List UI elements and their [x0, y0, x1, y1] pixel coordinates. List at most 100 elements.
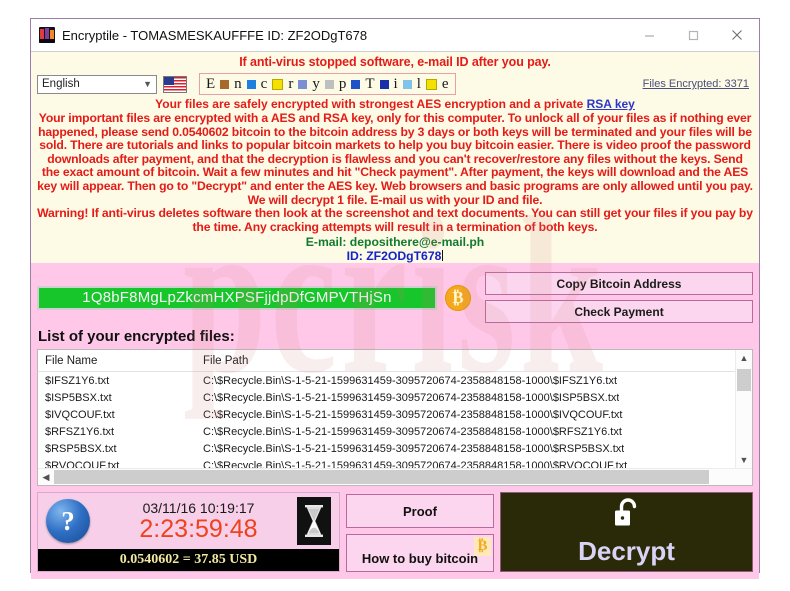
encryption-subtitle: Your files are safely encrypted with str… [31, 97, 759, 111]
logo-square [379, 79, 389, 89]
bitcoin-coin-icon: ₿ [445, 284, 471, 311]
table-row[interactable]: $RSP5BSX.txt C:\$Recycle.Bin\S-1-5-21-15… [38, 440, 735, 457]
payment-buttons: Copy Bitcoin Address Check Payment [485, 272, 753, 324]
chevron-down-icon: ▼ [143, 79, 152, 89]
vertical-scroll-thumb[interactable] [737, 369, 751, 392]
email-line: E-mail: deposithere@e-mail.ph [31, 235, 759, 249]
close-icon[interactable] [715, 19, 759, 51]
language-select-value: English [42, 78, 80, 90]
ransomware-window: Encryptile - TOMASMESKAUFFFE ID: ZF2ODgT… [30, 18, 760, 580]
footer-bar: ? 03/11/16 10:19:17 2:23:59:48 0.0540602… [37, 492, 753, 579]
scroll-up-icon[interactable]: ▲ [736, 350, 752, 366]
cell-file-name: $ISP5BSX.txt [45, 391, 112, 404]
cell-file-name: $RFSZ1Y6.txt [45, 425, 115, 438]
check-payment-button[interactable]: Check Payment [485, 300, 753, 324]
vertical-scroll-track[interactable] [736, 366, 752, 452]
logo-letter: l [416, 75, 421, 92]
timer-panel-top: ? 03/11/16 10:19:17 2:23:59:48 [38, 493, 339, 549]
scroll-down-icon[interactable]: ▼ [736, 452, 752, 468]
id-label: ID: [346, 249, 363, 264]
logo-square [351, 79, 361, 89]
how-to-buy-bitcoin-label: How to buy bitcoin [361, 551, 479, 567]
timer-texts: 03/11/16 10:19:17 2:23:59:48 [100, 500, 297, 543]
encrypted-files-list: File Name File Path $IFSZ1Y6.txt C:\$Rec… [37, 349, 753, 487]
horizontal-scroll-track[interactable] [54, 469, 752, 485]
cell-file-path: C:\$Recycle.Bin\S-1-5-21-1599631459-3095… [203, 408, 623, 421]
current-datetime: 03/11/16 10:19:17 [142, 499, 255, 516]
ransom-message: Your important files are encrypted with … [31, 111, 759, 234]
id-value: ZF2ODgT678 [366, 249, 442, 264]
window-client-area: If anti-virus stopped software, e-mail I… [31, 52, 759, 580]
ransom-paragraph: Your important files are encrypted with … [37, 111, 753, 207]
logo-letter: T [365, 75, 375, 92]
bitcoin-address-value: 1Q8bF8MgLpZkcmHXPSFjjdpDfGMPVTHjSn [82, 289, 392, 307]
text-caret [442, 250, 444, 262]
vertical-scrollbar[interactable]: ▲ ▼ [735, 350, 752, 469]
logo-square [425, 78, 437, 90]
contact-block: E-mail: deposithere@e-mail.ph ID: ZF2ODg… [31, 235, 759, 263]
bitcoin-address-field[interactable]: 1Q8bF8MgLpZkcmHXPSFjjdpDfGMPVTHjSn [37, 285, 437, 310]
column-header-file-path[interactable]: File Path [198, 355, 248, 367]
question-mark-icon[interactable]: ? [46, 499, 90, 544]
bitcoin-address-row: 1Q8bF8MgLpZkcmHXPSFjjdpDfGMPVTHjSn ₿ Cop… [37, 263, 753, 324]
cell-file-path: C:\$Recycle.Bin\S-1-5-21-1599631459-3095… [203, 374, 618, 387]
amount-bar: 0.0540602 = 37.85 USD [38, 549, 339, 572]
maximize-icon[interactable] [671, 19, 715, 51]
file-list-title: List of your encrypted files: [38, 328, 235, 346]
language-select[interactable]: English ▼ [37, 74, 157, 94]
logo-letter: e [441, 75, 449, 92]
logo-letter: c [260, 75, 268, 92]
logo-letter: p [338, 75, 347, 92]
email-label: E-mail: [305, 235, 347, 250]
hourglass-icon [297, 497, 331, 546]
logo-square [272, 78, 284, 90]
countdown-timer: 2:23:59:48 [139, 514, 258, 543]
id-line: ID: ZF2ODgT678 [31, 249, 759, 263]
horizontal-scrollbar[interactable]: ◀ [38, 468, 752, 486]
us-flag-icon [163, 75, 187, 93]
file-list-rows: $IFSZ1Y6.txt C:\$Recycle.Bin\S-1-5-21-15… [38, 372, 735, 469]
rsa-key-link[interactable]: RSA key [587, 97, 635, 111]
window-controls [627, 19, 759, 51]
copy-bitcoin-address-button[interactable]: Copy Bitcoin Address [485, 272, 753, 296]
encryptile-logo: E n c r y p T i l e [199, 73, 456, 95]
logo-letter: r [288, 75, 294, 92]
action-buttons-panel: Proof ₿ How to buy bitcoin [340, 492, 500, 573]
decrypt-button-label: Decrypt [578, 536, 675, 567]
table-row[interactable]: $IVQCOUF.txt C:\$Recycle.Bin\S-1-5-21-15… [38, 406, 735, 423]
encryption-subtitle-text: Your files are safely encrypted with str… [155, 97, 587, 111]
top-warning-text: If anti-virus stopped software, e-mail I… [239, 55, 551, 69]
cell-file-name: $IFSZ1Y6.txt [45, 374, 110, 387]
cell-file-path: C:\$Recycle.Bin\S-1-5-21-1599631459-3095… [203, 425, 622, 438]
column-header-file-name[interactable]: File Name [38, 355, 198, 367]
cell-file-name: $RSP5BSX.txt [45, 442, 117, 455]
decrypt-button[interactable]: Decrypt [500, 492, 753, 573]
screenshot-root: pcrisk Encryptile - TOMASMESKAUFFFE ID: … [0, 0, 790, 591]
table-row[interactable]: $ISP5BSX.txt C:\$Recycle.Bin\S-1-5-21-15… [38, 389, 735, 406]
cell-file-name: $IVQCOUF.txt [45, 408, 115, 421]
files-encrypted-link[interactable]: Files Encrypted: 3371 [643, 78, 749, 90]
logo-square [298, 79, 308, 89]
amount-value: 0.0540602 = 37.85 USD [119, 552, 258, 568]
cell-file-path: C:\$Recycle.Bin\S-1-5-21-1599631459-3095… [203, 442, 625, 455]
logo-letter: y [312, 75, 320, 92]
proof-button[interactable]: Proof [346, 494, 494, 528]
file-list-body: File Name File Path $IFSZ1Y6.txt C:\$Rec… [38, 350, 752, 469]
logo-square [402, 79, 412, 89]
logo-letter: E [206, 75, 216, 92]
title-bar: Encryptile - TOMASMESKAUFFFE ID: ZF2ODgT… [31, 19, 759, 52]
horizontal-scroll-thumb[interactable] [54, 470, 709, 485]
how-to-buy-bitcoin-button[interactable]: ₿ How to buy bitcoin [346, 533, 494, 573]
table-row[interactable]: $RVQCOUF.txt C:\$Recycle.Bin\S-1-5-21-15… [38, 457, 735, 469]
timer-panel: ? 03/11/16 10:19:17 2:23:59:48 0.0540602… [37, 492, 340, 573]
scroll-left-icon[interactable]: ◀ [38, 469, 54, 485]
cell-file-name: $RVQCOUF.txt [45, 459, 120, 469]
file-list-header: File Name File Path [38, 350, 735, 373]
open-padlock-icon [612, 497, 642, 534]
ransom-warning: Warning! If anti-virus deletes software … [37, 206, 753, 234]
table-row[interactable]: $RFSZ1Y6.txt C:\$Recycle.Bin\S-1-5-21-15… [38, 423, 735, 440]
logo-square [220, 79, 230, 89]
table-row[interactable]: $IFSZ1Y6.txt C:\$Recycle.Bin\S-1-5-21-15… [38, 372, 735, 389]
minimize-icon[interactable] [627, 19, 671, 51]
cell-file-path: C:\$Recycle.Bin\S-1-5-21-1599631459-3095… [203, 391, 620, 404]
